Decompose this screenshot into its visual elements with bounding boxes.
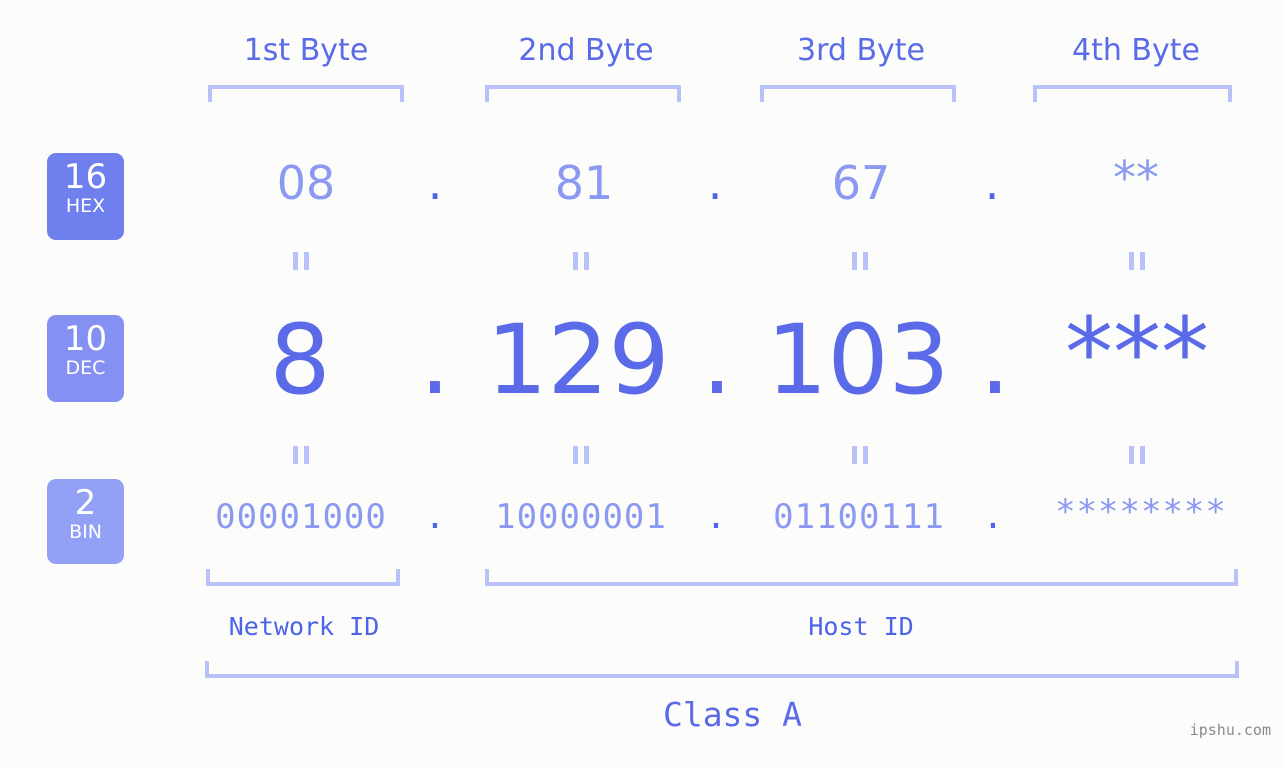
dec-byte-1: 8 [269,304,331,416]
hex-byte-2: 81 [554,156,614,210]
equals-mark-dec-bin-1 [288,446,314,464]
class-bracket [205,661,1239,678]
byte-header-label-4: 4th Byte [1072,33,1200,68]
hex-byte-3: 67 [831,156,891,210]
byte-bracket-3 [760,85,956,102]
equals-mark-hex-dec-3 [847,252,873,270]
host-id-bracket [485,569,1238,586]
byte-bracket-1 [208,85,404,102]
base-badge-bin[interactable]: 2 BIN [47,479,124,564]
hex-separator-2: . [707,156,723,210]
class-label: Class A [662,695,803,734]
equals-mark-dec-bin-2 [568,446,594,464]
byte-bracket-4 [1033,85,1232,102]
bin-byte-3: 01100111 [773,497,945,537]
base-badge-hex-number: 16 [63,157,108,197]
bin-separator-2: . [705,497,727,537]
watermark: ipshu.com [1189,721,1271,739]
hex-separator-3: . [984,156,1000,210]
host-id-label: Host ID [808,612,914,641]
base-badge-dec-name: DEC [65,357,106,379]
equals-mark-dec-bin-4 [1124,446,1150,464]
base-badge-dec-number: 10 [63,319,108,359]
byte-header-label-2: 2nd Byte [518,33,654,68]
hex-byte-4: ** [1113,151,1159,205]
bin-separator-3: . [982,497,1004,537]
bin-byte-4: ******** [1055,492,1227,532]
hex-separator-1: . [427,156,443,210]
equals-mark-dec-bin-3 [847,446,873,464]
equals-mark-hex-dec-1 [288,252,314,270]
byte-bracket-2 [485,85,681,102]
base-badge-bin-name: BIN [69,521,102,543]
base-badge-hex[interactable]: 16 HEX [47,153,124,240]
dec-separator-1: . [419,304,451,416]
network-id-bracket [206,569,400,586]
hex-byte-1: 08 [276,156,336,210]
base-badge-hex-name: HEX [65,195,106,217]
bin-separator-1: . [424,497,446,537]
network-id-label: Network ID [228,612,380,641]
dec-byte-2: 129 [486,304,670,416]
base-badge-bin-number: 2 [74,483,97,523]
bin-byte-2: 10000001 [495,497,667,537]
dec-byte-4: *** [1065,297,1209,409]
byte-header-label-3: 3rd Byte [796,33,926,68]
byte-header-label-1: 1st Byte [243,33,369,68]
base-badge-dec[interactable]: 10 DEC [47,315,124,402]
bin-byte-1: 00001000 [215,497,387,537]
equals-mark-hex-dec-2 [568,252,594,270]
dec-byte-3: 103 [766,304,950,416]
equals-mark-hex-dec-4 [1124,252,1150,270]
